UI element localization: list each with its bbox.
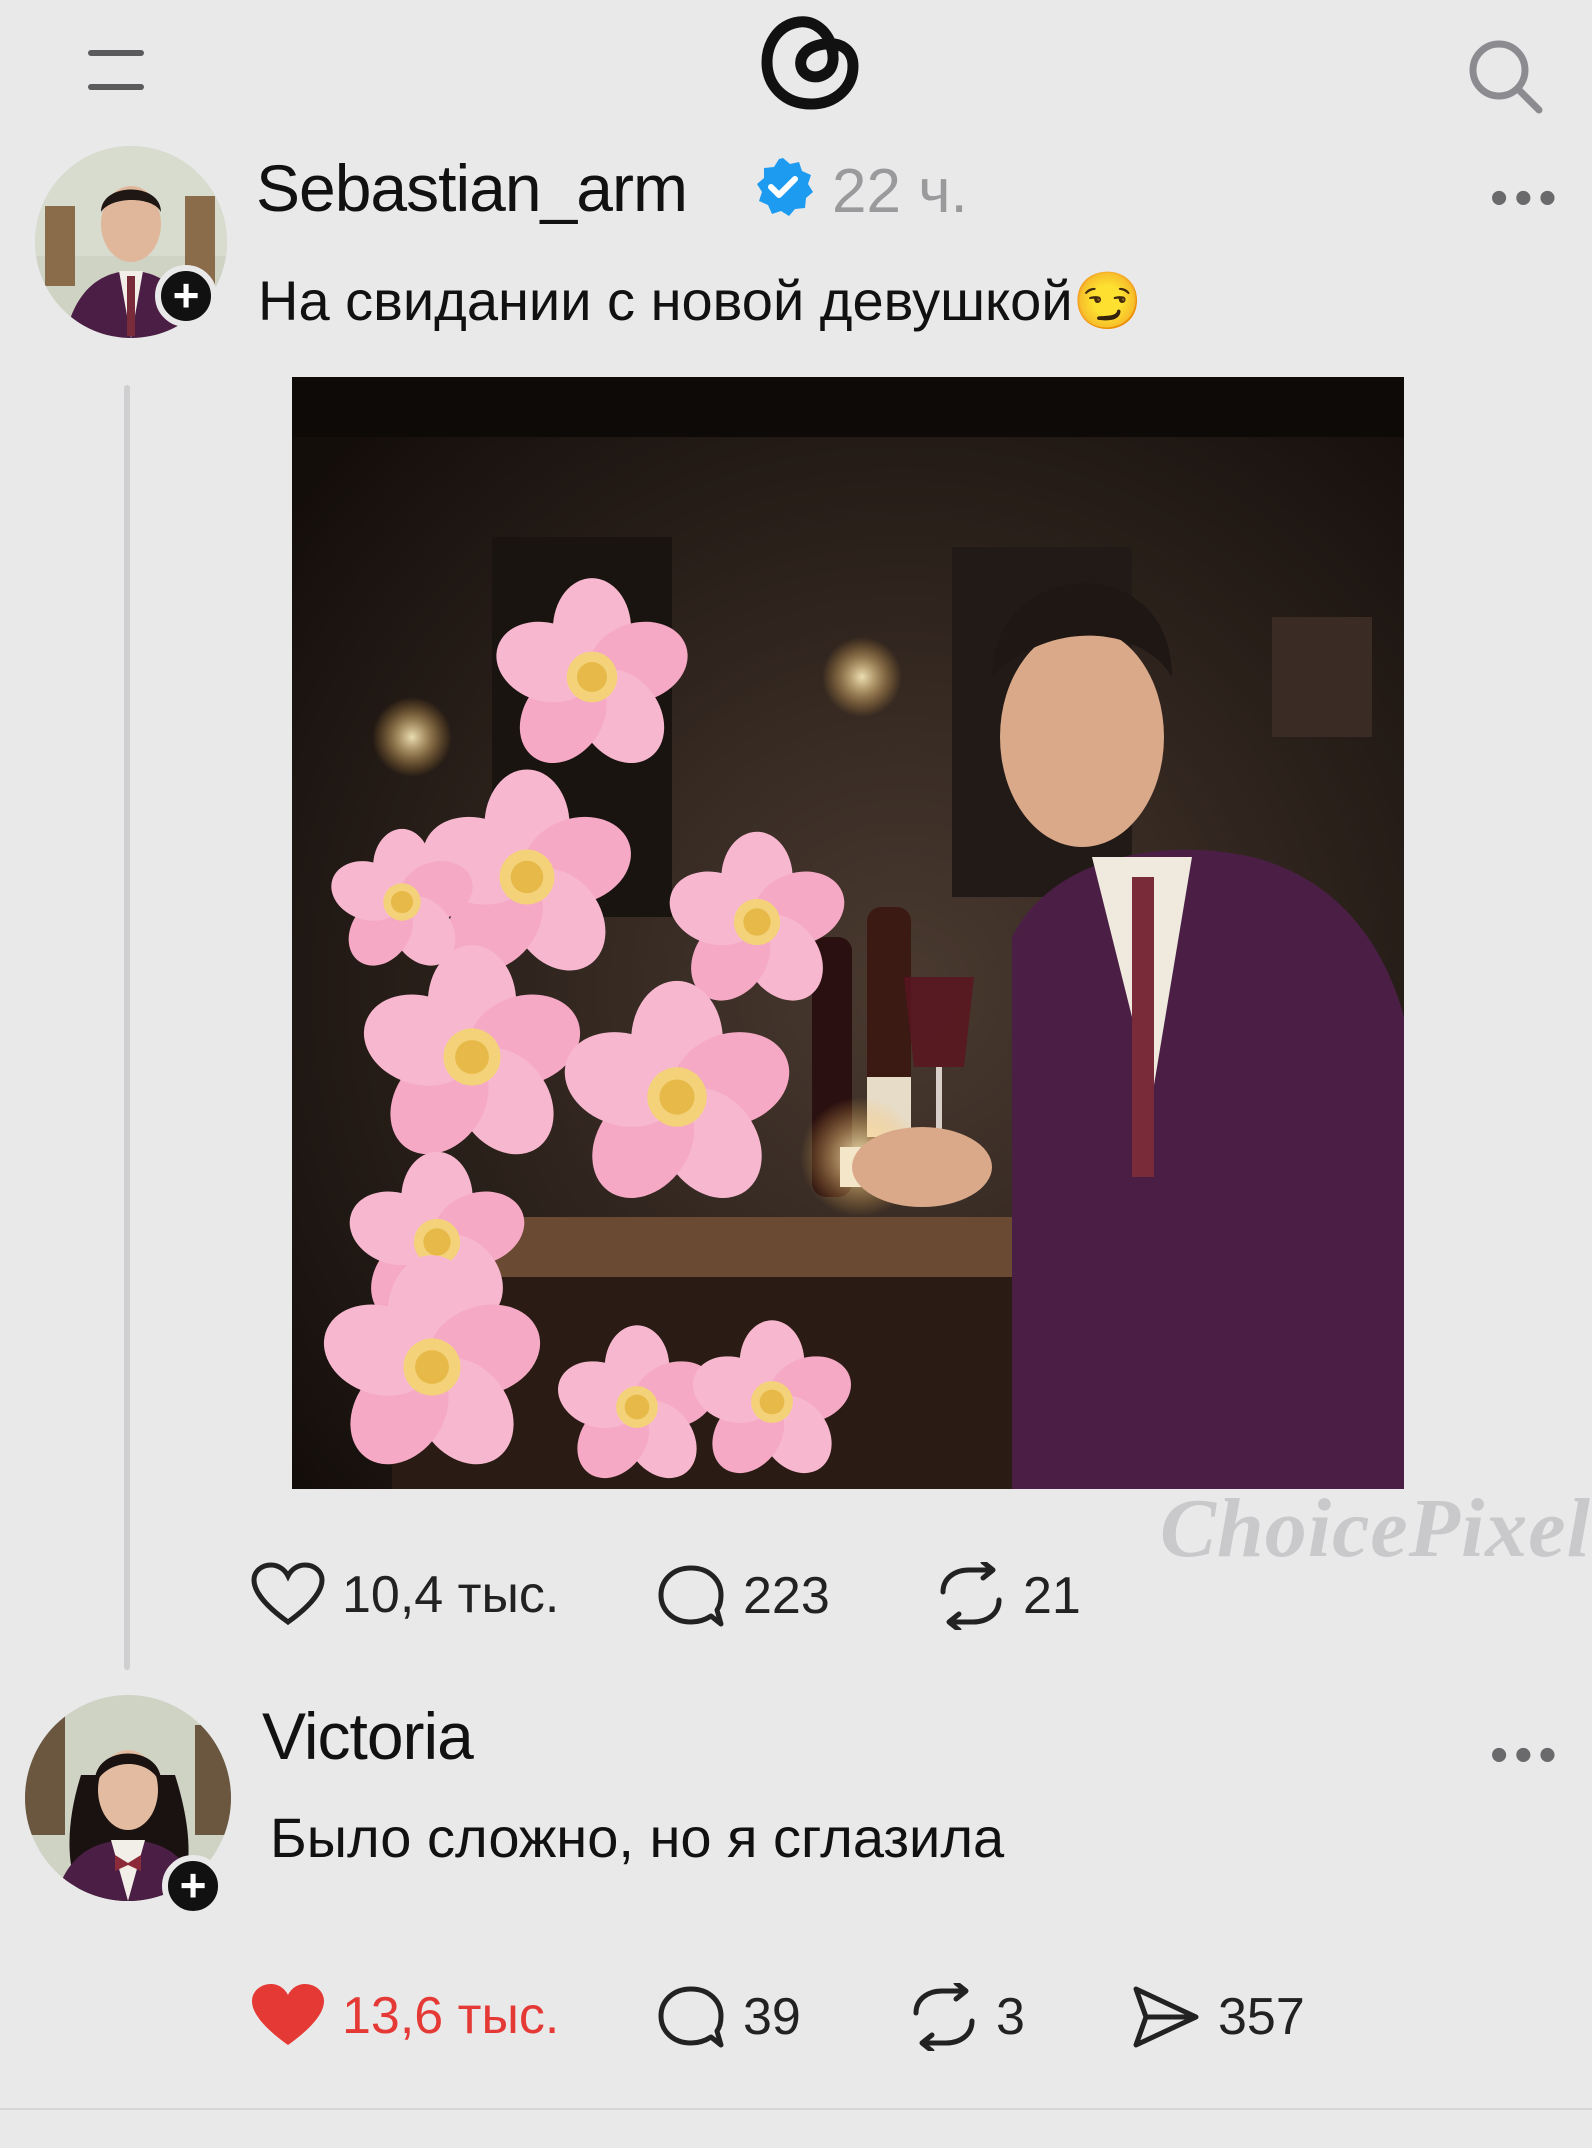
divider [0,2108,1592,2110]
follow-plus-button[interactable]: + [162,1855,224,1917]
post-time: 22 ч. [832,157,968,226]
more-options-button[interactable]: ••• [1490,1725,1563,1785]
comment-count: 39 [743,1988,801,2046]
share-count: 357 [1218,1988,1305,2046]
verified-badge-icon [752,156,814,218]
repost-icon [913,1983,975,2051]
repost-count: 21 [1023,1567,1081,1625]
thread-line [124,385,130,1670]
like-count: 13,6 тыс. [342,1987,560,2045]
search-icon[interactable] [1465,36,1545,116]
follow-plus-button[interactable]: + [155,265,217,327]
send-icon [1133,1986,1199,2048]
post-image[interactable] [292,377,1404,1489]
reply-username[interactable]: Victoria [262,1698,474,1774]
comment-icon [658,1565,724,1627]
threads-logo-icon[interactable] [755,0,865,118]
heart-filled-icon [252,1984,324,2045]
comment-count: 223 [743,1567,830,1625]
repost-count: 3 [996,1988,1025,2046]
menu-icon[interactable] [88,50,144,98]
comment-button[interactable]: 223 [655,1562,830,1630]
more-options-button[interactable]: ••• [1490,168,1563,228]
like-button[interactable]: 13,6 тыс. [250,1983,559,2049]
comment-icon [658,1986,724,2048]
repost-button[interactable]: 21 [935,1562,1081,1630]
repost-icon [940,1562,1002,1630]
repost-button[interactable]: 3 [908,1983,1025,2051]
like-button[interactable]: 10,4 тыс. [250,1562,559,1628]
reply-text: Было сложно, но я сглазила [270,1806,1005,1869]
like-count: 10,4 тыс. [342,1566,560,1624]
watermark: ChoicePixel [1160,1482,1591,1575]
comment-button[interactable]: 39 [655,1983,801,2051]
heart-icon [251,1562,325,1626]
post-username[interactable]: Sebastian_arm [256,150,688,226]
post-caption: На свидании с новой девушкой😏 [258,269,1143,332]
share-button[interactable]: 357 [1130,1983,1305,2051]
